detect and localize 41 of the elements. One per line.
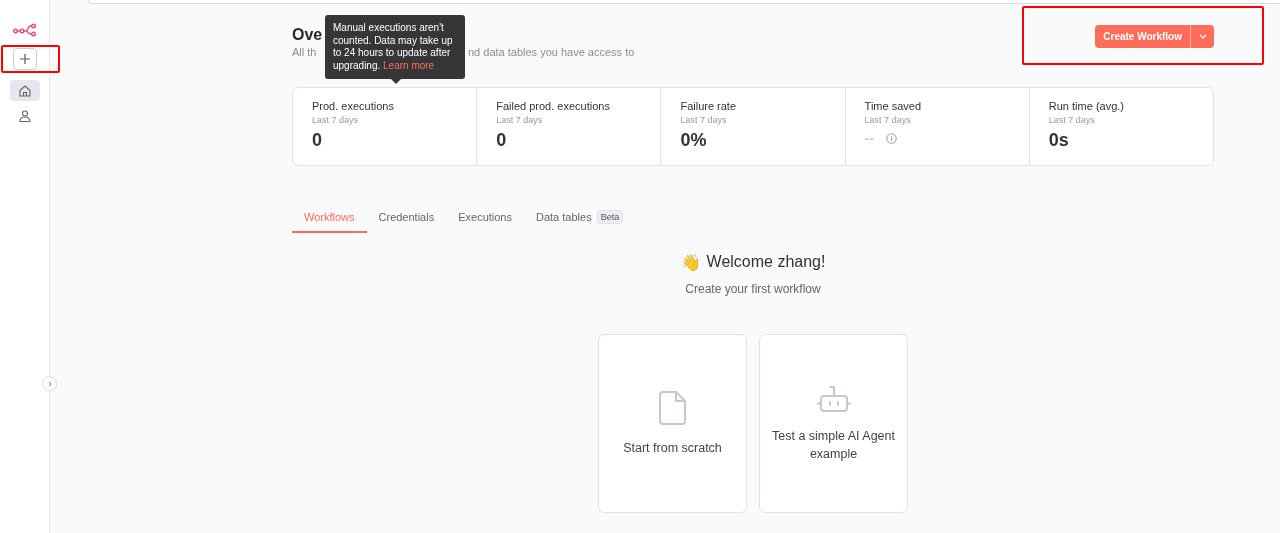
page-subtitle: All th [292, 46, 318, 58]
stat-period: Last 7 days [496, 115, 544, 125]
welcome-subtitle: Create your first workflow [685, 282, 821, 296]
stat-label: Time saved [864, 100, 923, 112]
logo-icon [12, 23, 37, 37]
tab[interactable]: Executions [446, 208, 524, 233]
stat-value: 0% [680, 130, 707, 151]
chevron-right-icon [46, 380, 53, 387]
start-card[interactable]: Test a simple AI Agent example [759, 334, 908, 513]
page-title: Ove [292, 25, 323, 45]
info-icon [885, 132, 897, 144]
stat-label: Run time (avg.) [1048, 100, 1125, 112]
stat-label: Failure rate [680, 100, 738, 112]
tab[interactable]: Data tables Beta [524, 208, 636, 233]
chevron-down-icon [1198, 34, 1207, 39]
stat-value: 0s [1048, 130, 1069, 151]
stat-value: -- [864, 130, 874, 146]
dropdown-button[interactable] [1190, 25, 1214, 48]
add-button[interactable] [12, 48, 37, 70]
stat-period: Last 7 days [680, 115, 728, 125]
learn-more-link[interactable]: Learn more [383, 59, 435, 71]
file-icon [658, 390, 687, 425]
home-icon [18, 84, 31, 97]
stat-label: Prod. executions [312, 100, 395, 112]
wave-emoji: 👋 [680, 253, 701, 272]
user-icon [18, 109, 31, 122]
stat-period: Last 7 days [864, 115, 912, 125]
stat-period: Last 7 days [1048, 115, 1096, 125]
stat-period: Last 7 days [312, 115, 360, 125]
tab[interactable]: Credentials [366, 208, 447, 233]
beta-badge: Beta [596, 210, 624, 224]
start-card[interactable]: Start from scratch [598, 334, 747, 513]
home-button[interactable] [9, 80, 40, 101]
welcome-title: Welcome zhang! [706, 253, 826, 272]
stat-value: 0 [312, 130, 322, 151]
stat-value: 0 [496, 130, 507, 151]
stat-label: Failed prod. executions [496, 100, 611, 112]
page-subtitle: nd data tables you have access to [468, 46, 635, 58]
robot-icon [816, 384, 851, 413]
highlight-frame [0, 45, 60, 73]
plus-icon [19, 54, 30, 64]
